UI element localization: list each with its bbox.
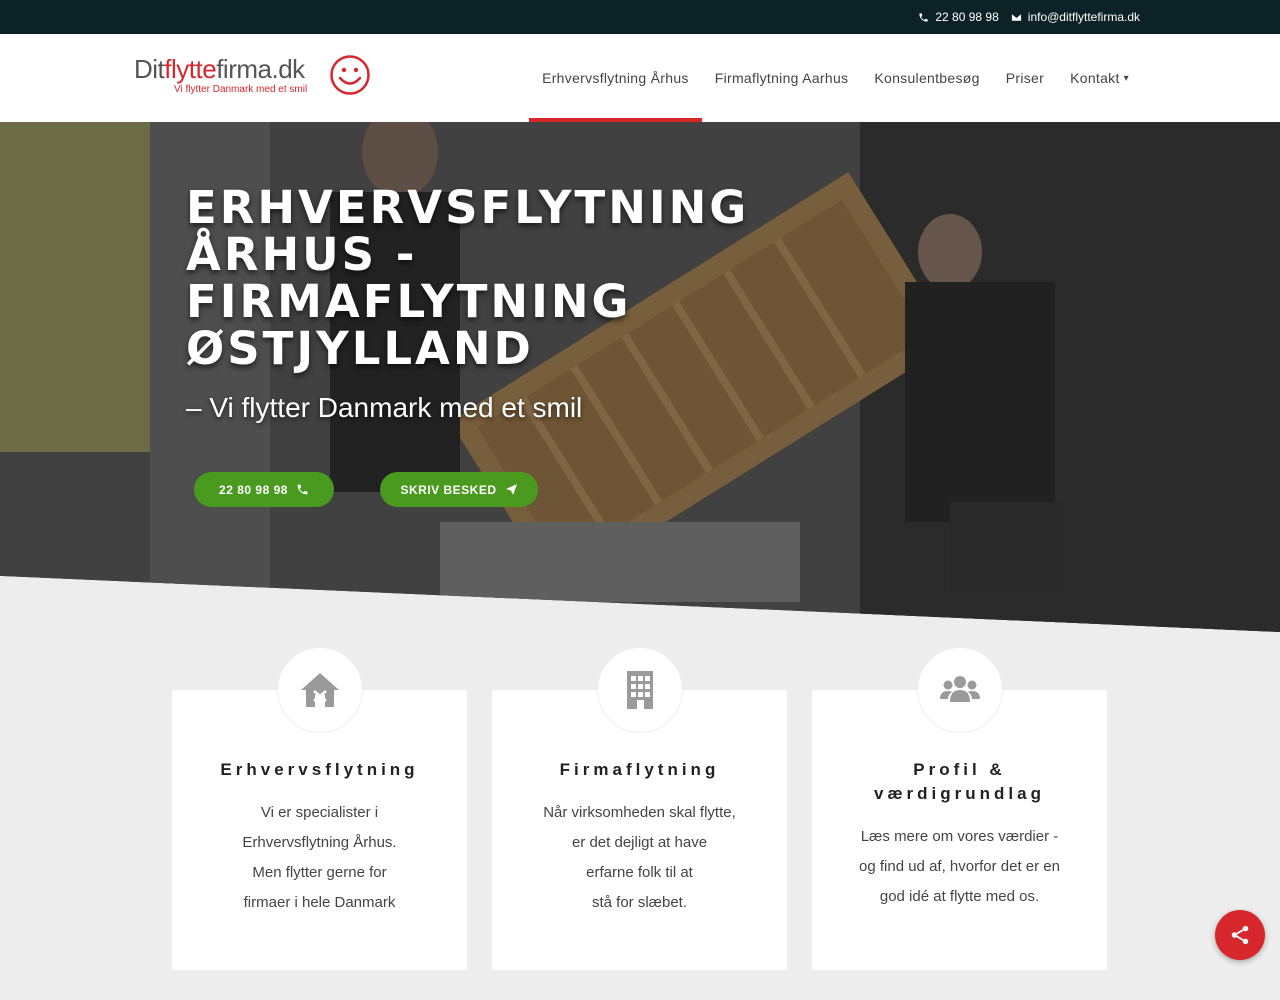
- card-text-line: Men flytter gerne for: [252, 864, 387, 881]
- card-text-line: erfarne folk til at: [586, 864, 693, 881]
- nav-item-firmaflytning-aarhus[interactable]: Firmaflytning Aarhus: [702, 34, 862, 122]
- card-text-line: Når virksomheden skal flytte,: [543, 804, 736, 821]
- card-icon-circle: [597, 648, 682, 732]
- hero-subtitle: – Vi flytter Danmark med et smil: [186, 392, 583, 423]
- envelope-icon: [1011, 13, 1021, 21]
- top-email-link[interactable]: info@ditflyttefirma.dk: [1011, 10, 1140, 24]
- logo-wordmark: Ditflyttefirma.dk: [134, 54, 305, 85]
- hero-section: ERHVERVSFLYTNING ÅRHUS - FIRMAFLYTNING Ø…: [0, 122, 1280, 632]
- nav-label: Konsulentbesøg: [874, 70, 980, 86]
- service-card-erhvervsflytning[interactable]: Erhvervsflytning Vi er specialister i Er…: [172, 648, 467, 970]
- home-icon: [300, 673, 339, 707]
- smiley-icon: [330, 55, 370, 95]
- card-text-line: og find ud af, hvorfor det er en: [859, 858, 1060, 875]
- write-message-button[interactable]: SKRIV BESKED: [380, 472, 538, 507]
- logo-part-dit: Dit: [134, 54, 165, 84]
- call-button[interactable]: 22 80 98 98: [194, 472, 334, 507]
- card-text-line: god idé at flytte med os.: [879, 888, 1040, 905]
- card-text-line: Erhvervsflytning Århus.: [242, 834, 397, 851]
- top-phone-link[interactable]: 22 80 98 98: [918, 10, 999, 24]
- call-button-label: 22 80 98 98: [219, 482, 288, 497]
- chevron-down-icon: ▾: [1123, 72, 1129, 84]
- phone-icon: [297, 484, 308, 495]
- card-title-line: værdigrundlag: [873, 784, 1045, 803]
- main-nav: Erhvervsflytning Århus Firmaflytning Aar…: [529, 34, 1142, 122]
- top-email-text: info@ditflyttefirma.dk: [1027, 10, 1140, 24]
- card-title: Erhvervsflytning: [220, 760, 419, 779]
- card-text-line: er det dejligt at have: [571, 834, 708, 851]
- top-contact-info: 22 80 98 98 info@ditflyttefirma.dk: [918, 0, 1140, 34]
- top-contact-bar: 22 80 98 98 info@ditflyttefirma.dk: [0, 0, 1280, 34]
- service-card-firmaflytning[interactable]: Firmaflytning Når virksomheden skal flyt…: [492, 648, 787, 970]
- service-card-profil[interactable]: Profil & værdigrundlag Læs mere om vores …: [812, 648, 1107, 970]
- card-icon-circle: [277, 648, 362, 732]
- hero-title: ERHVERVSFLYTNING ÅRHUS - FIRMAFLYTNING Ø…: [186, 181, 750, 375]
- site-header: Ditflyttefirma.dk Vi flytter Danmark med…: [0, 34, 1280, 122]
- card-title: Firmaflytning: [559, 760, 720, 779]
- card-text-line: Vi er specialister i: [260, 804, 379, 821]
- users-icon: [939, 676, 980, 702]
- logo-tagline: Vi flytter Danmark med et smil: [174, 84, 308, 95]
- top-phone-text: 22 80 98 98: [935, 10, 999, 24]
- nav-item-kontakt[interactable]: Kontakt ▾: [1057, 34, 1142, 122]
- nav-label: Firmaflytning Aarhus: [714, 70, 849, 86]
- paper-plane-icon: [505, 484, 517, 495]
- nav-label: Priser: [1005, 70, 1045, 86]
- nav-item-erhvervsflytning-arhus[interactable]: Erhvervsflytning Århus: [529, 34, 702, 122]
- site-logo[interactable]: Ditflyttefirma.dk Vi flytter Danmark med…: [134, 54, 374, 104]
- logo-part-firma: firma.dk: [216, 54, 305, 84]
- phone-icon: [919, 12, 928, 22]
- nav-item-priser[interactable]: Priser: [993, 34, 1057, 122]
- nav-label: Erhvervsflytning Århus: [542, 70, 689, 86]
- card-text-line: firmaer i hele Danmark: [243, 894, 396, 911]
- share-button[interactable]: [1215, 910, 1265, 960]
- nav-label: Kontakt: [1070, 70, 1120, 86]
- share-icon: [1231, 925, 1249, 945]
- write-message-button-label: SKRIV BESKED: [400, 482, 497, 497]
- card-text-line: stå for slæbet.: [591, 894, 688, 911]
- card-icon-circle: [917, 648, 1002, 732]
- building-icon: [626, 671, 653, 709]
- nav-item-konsulentbesog[interactable]: Konsulentbesøg: [861, 34, 992, 122]
- card-title-line: Profil &: [913, 760, 1006, 779]
- card-title: Profil & værdigrundlag: [832, 758, 1087, 806]
- card-text-line: Læs mere om vores værdier -: [860, 828, 1059, 845]
- logo-part-flytte: flytte: [164, 54, 217, 84]
